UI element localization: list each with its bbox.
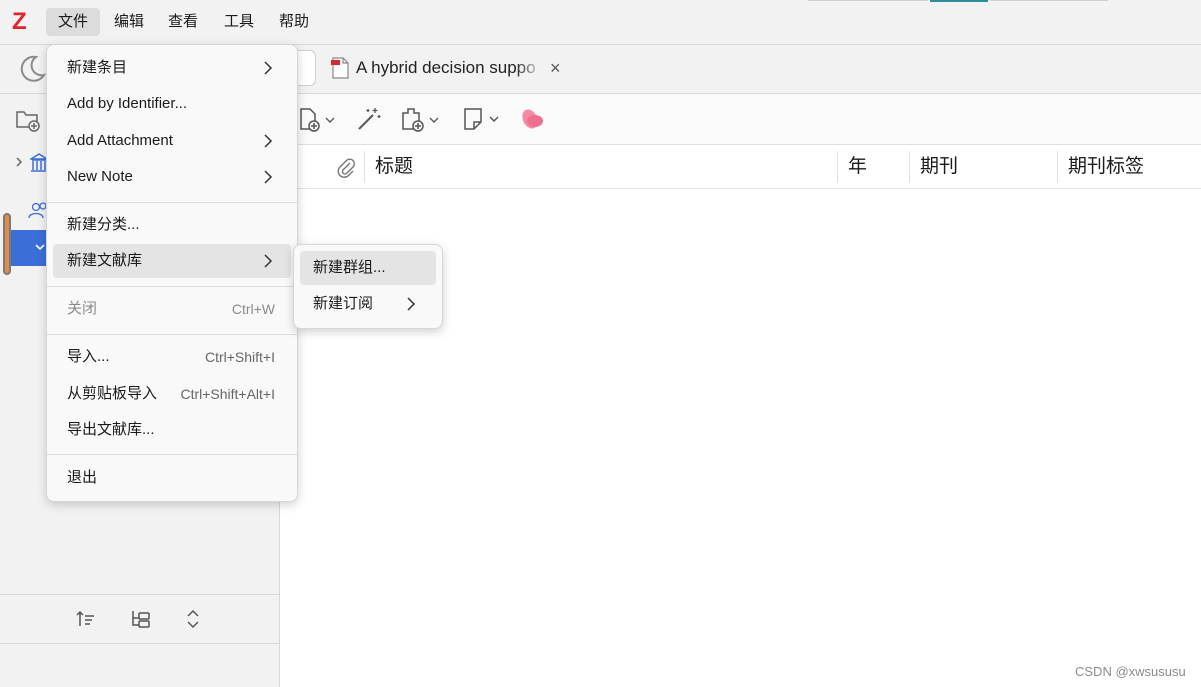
menu-item-label: New Note xyxy=(67,168,133,185)
menu-item-label: 新建文献库 xyxy=(67,252,143,269)
menu-item-label: 从剪贴板导入 xyxy=(67,385,158,402)
sort-icon[interactable] xyxy=(76,609,96,629)
annotation-icon[interactable] xyxy=(520,107,546,131)
add-attachment-icon xyxy=(400,107,426,133)
moon-icon[interactable] xyxy=(16,53,48,85)
menu-help[interactable]: 帮助 xyxy=(267,8,321,36)
menu-item-new-feed[interactable]: 新建订阅 xyxy=(300,287,436,321)
shortcut-label: Ctrl+W xyxy=(231,301,275,317)
top-divider xyxy=(808,0,928,1)
menubar: Z 文件 编辑 查看 工具 帮助 xyxy=(0,0,1201,45)
column-separator xyxy=(364,151,365,183)
scrollbar-thumb[interactable] xyxy=(3,213,11,275)
column-title[interactable]: 标题 xyxy=(375,145,413,188)
top-divider xyxy=(990,0,1108,1)
menu-item-add-attachment[interactable]: Add Attachment xyxy=(53,124,291,158)
menu-file[interactable]: 文件 xyxy=(46,8,101,36)
column-journal-tag[interactable]: 期刊标签 xyxy=(1068,145,1144,188)
new-note-button[interactable] xyxy=(462,107,500,131)
menu-separator xyxy=(47,202,297,203)
menu-item-label: 新建订阅 xyxy=(313,295,374,312)
shortcut-label: Ctrl+Shift+I xyxy=(204,349,275,365)
top-accent xyxy=(930,0,988,2)
expand-collapse-icon[interactable] xyxy=(186,609,200,629)
file-menu: 新建条目 Add by Identifier... Add Attachment… xyxy=(46,44,298,502)
menu-item-label: Add Attachment xyxy=(67,132,173,149)
pdf-icon xyxy=(330,57,350,79)
menu-item-add-by-identifier[interactable]: Add by Identifier... xyxy=(53,87,291,121)
zotero-logo: Z xyxy=(12,8,27,35)
menu-item-label: 新建分类... xyxy=(67,216,140,233)
divider xyxy=(0,643,279,644)
shortcut-label: Ctrl+Shift+Alt+I xyxy=(180,386,275,402)
menu-item-label: 退出 xyxy=(67,469,98,486)
new-collection-icon[interactable] xyxy=(15,108,41,132)
menu-item-label: 新建条目 xyxy=(67,59,128,76)
column-journal[interactable]: 期刊 xyxy=(920,145,958,188)
menu-separator xyxy=(47,286,297,287)
menu-item-label: Add by Identifier... xyxy=(67,95,188,112)
menu-separator xyxy=(47,334,297,335)
reader-tab-label: A hybrid decision suppo xyxy=(356,58,536,77)
column-year[interactable]: 年 xyxy=(848,145,867,188)
menu-item-new-collection[interactable]: 新建分类... xyxy=(53,208,291,242)
new-item-button[interactable] xyxy=(298,107,336,133)
chevron-down-icon xyxy=(428,115,440,125)
reader-tab[interactable]: A hybrid decision suppo × xyxy=(330,53,561,83)
new-note-icon xyxy=(462,107,484,131)
chevron-right-icon xyxy=(263,133,273,149)
items-column-header: 标题 年 期刊 期刊标签 xyxy=(280,145,1201,189)
menu-item-label: 关闭 xyxy=(67,300,98,317)
column-separator xyxy=(1057,151,1058,183)
menu-item-new-group[interactable]: 新建群组... xyxy=(300,251,436,285)
menu-tools[interactable]: 工具 xyxy=(212,8,266,36)
menu-item-new-item[interactable]: 新建条目 xyxy=(53,51,291,85)
menu-item-close: 关闭 Ctrl+W xyxy=(53,292,291,326)
menu-item-label: 导出文献库... xyxy=(67,421,155,438)
chevron-down-icon xyxy=(488,114,500,124)
chevron-right-icon xyxy=(263,169,273,185)
menu-item-quit[interactable]: 退出 xyxy=(53,461,291,495)
new-item-icon xyxy=(298,107,322,133)
add-attachment-button[interactable] xyxy=(400,107,440,133)
chevron-right-icon xyxy=(263,253,273,269)
chevron-right-icon xyxy=(406,296,416,312)
menu-item-label: 新建群组... xyxy=(313,259,386,276)
menu-item-import[interactable]: 导入... Ctrl+Shift+I xyxy=(53,340,291,374)
divider xyxy=(0,594,279,595)
chevron-right-icon[interactable] xyxy=(14,156,24,168)
paperclip-icon[interactable] xyxy=(336,157,356,179)
new-library-submenu: 新建群组... 新建订阅 xyxy=(293,244,443,329)
menu-view[interactable]: 查看 xyxy=(156,8,210,36)
menu-item-export-library[interactable]: 导出文献库... xyxy=(53,413,291,447)
menu-item-new-note[interactable]: New Note xyxy=(53,160,291,194)
menu-item-new-library[interactable]: 新建文献库 xyxy=(53,244,291,278)
chevron-down-icon[interactable] xyxy=(34,242,46,252)
tree-icon[interactable] xyxy=(130,609,152,629)
menu-item-label: 导入... xyxy=(67,348,110,365)
magic-wand-icon[interactable] xyxy=(356,106,382,132)
close-icon[interactable]: × xyxy=(550,58,561,79)
column-separator xyxy=(909,151,910,183)
chevron-down-icon xyxy=(324,115,336,125)
items-toolbar xyxy=(280,94,1201,145)
menu-item-import-clipboard[interactable]: 从剪贴板导入 Ctrl+Shift+Alt+I xyxy=(53,377,291,411)
watermark: CSDN @xwsususu xyxy=(1075,664,1186,679)
column-separator xyxy=(837,151,838,183)
menu-edit[interactable]: 编辑 xyxy=(102,8,156,36)
chevron-right-icon xyxy=(263,60,273,76)
menu-separator xyxy=(47,454,297,455)
